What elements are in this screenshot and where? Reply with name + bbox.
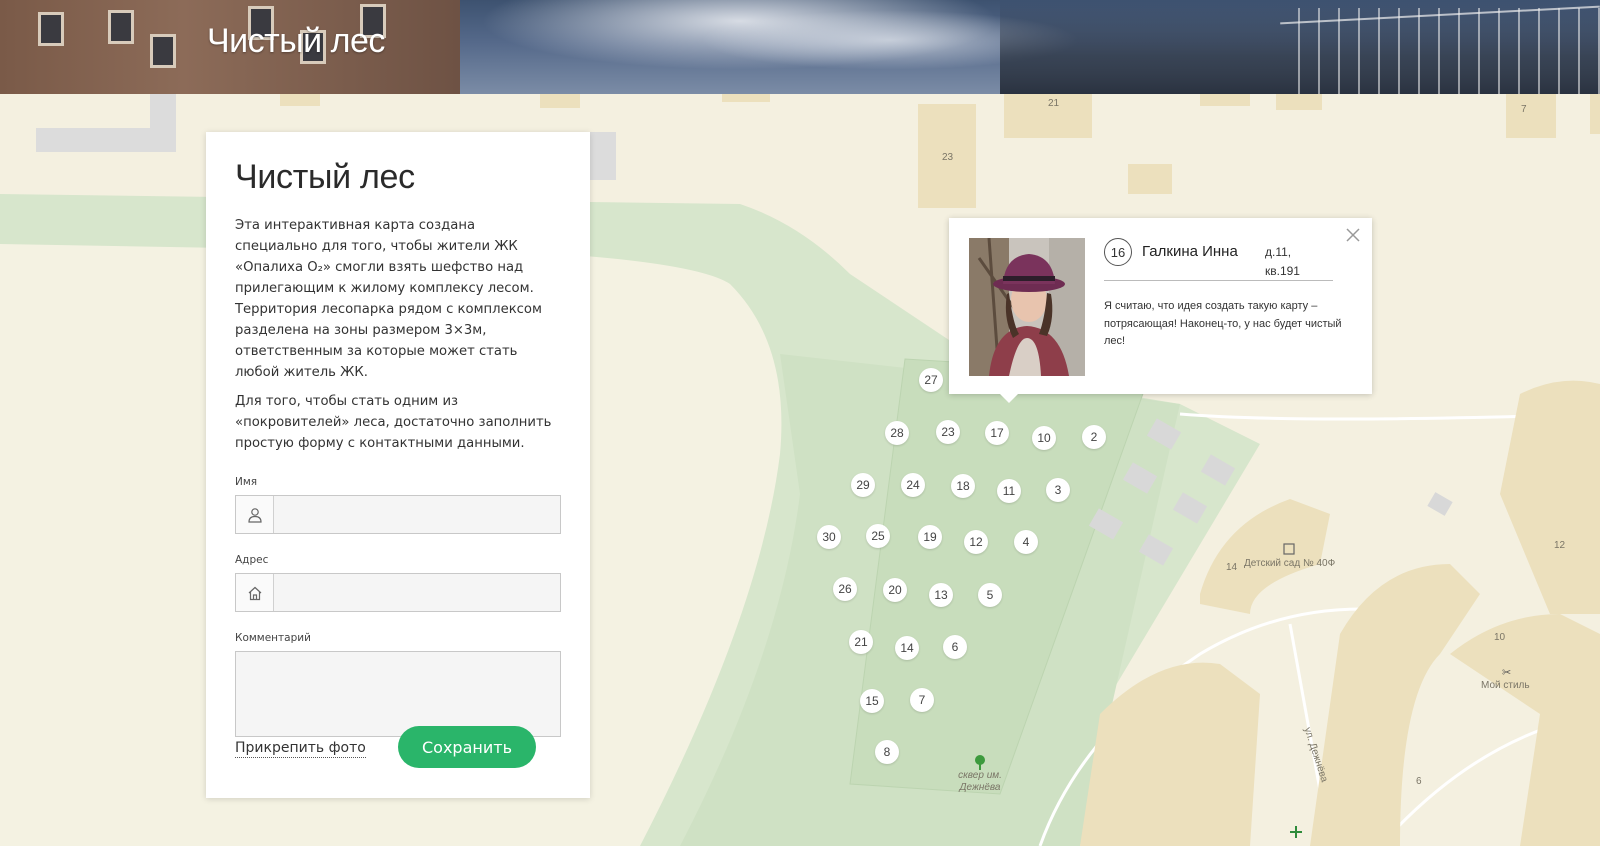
plot-marker[interactable]: 3 <box>1046 478 1070 502</box>
attach-photo-link[interactable]: Прикрепить фото <box>235 740 366 758</box>
map-label-building-12: 12 <box>1554 540 1566 551</box>
map-label-kindergarten: Детский сад № 40Ф <box>1244 558 1336 569</box>
comment-textarea[interactable] <box>235 651 561 737</box>
plot-marker[interactable]: 25 <box>866 524 890 548</box>
close-icon[interactable] <box>1344 226 1362 244</box>
address-input[interactable] <box>274 574 560 611</box>
resident-photo <box>969 238 1085 376</box>
plot-marker[interactable]: 2 <box>1082 425 1106 449</box>
home-icon <box>236 574 274 611</box>
plot-marker[interactable]: 12 <box>964 530 988 554</box>
intro-paragraph-1: Эта интерактивная карта создана специаль… <box>235 218 542 380</box>
plot-marker[interactable]: 7 <box>910 688 934 712</box>
plot-number-badge: 16 <box>1104 238 1132 266</box>
map-label-building-7: 7 <box>1521 104 1527 115</box>
plot-marker[interactable]: 18 <box>951 474 975 498</box>
signup-panel: Чистый лес Эта интерактивная карта созда… <box>206 132 590 798</box>
map-label-shop: Мой стиль <box>1481 680 1530 691</box>
plot-marker[interactable]: 21 <box>849 630 873 654</box>
name-field-wrap <box>235 495 561 534</box>
plot-marker[interactable]: 14 <box>895 636 919 660</box>
plot-marker[interactable]: 15 <box>860 689 884 713</box>
map-label-square: сквер им. Дежнёва <box>958 770 1002 793</box>
plot-marker[interactable]: 26 <box>833 577 857 601</box>
intro-paragraph-2: Для того, чтобы стать одним из «покровит… <box>235 394 552 451</box>
map-label-building-6: 6 <box>1416 776 1422 787</box>
plot-marker[interactable]: 13 <box>929 583 953 607</box>
plot-marker[interactable]: 29 <box>851 473 875 497</box>
plot-marker[interactable]: 10 <box>1032 426 1056 450</box>
plot-marker[interactable]: 5 <box>978 583 1002 607</box>
plot-marker[interactable]: 17 <box>985 421 1009 445</box>
plot-info-popup: 16 Галкина Инна д.11, кв.191 Я считаю, ч… <box>949 218 1372 403</box>
map-label-building-23: 23 <box>942 152 954 163</box>
resident-comment: Я считаю, что идея создать такую карту –… <box>1104 300 1342 347</box>
panel-title: Чистый лес <box>235 158 415 196</box>
map-label-building-14: 14 <box>1226 562 1238 573</box>
popup-divider <box>1104 280 1333 281</box>
plot-marker[interactable]: 30 <box>817 525 841 549</box>
header-banner: Чистый лес <box>0 0 1600 94</box>
plot-marker[interactable]: 11 <box>997 479 1021 503</box>
plot-marker[interactable]: 28 <box>885 421 909 445</box>
comment-label: Комментарий <box>235 632 311 644</box>
save-button[interactable]: Сохранить <box>398 726 536 768</box>
address-label: Адрес <box>235 554 269 566</box>
plot-marker[interactable]: 24 <box>901 473 925 497</box>
plot-marker[interactable]: 4 <box>1014 530 1038 554</box>
map-label-building-10: 10 <box>1494 632 1506 643</box>
svg-text:✂: ✂ <box>1502 667 1511 679</box>
site-title[interactable]: Чистый лес <box>207 22 385 61</box>
resident-name: Галкина Инна <box>1142 243 1238 260</box>
plot-marker[interactable]: 6 <box>943 635 967 659</box>
plot-marker[interactable]: 19 <box>918 525 942 549</box>
form-actions: Прикрепить фото Сохранить <box>235 726 565 770</box>
map-label-building-21: 21 <box>1048 98 1060 109</box>
address-field-wrap <box>235 573 561 612</box>
plot-marker[interactable]: 20 <box>883 578 907 602</box>
plot-marker[interactable]: 23 <box>936 420 960 444</box>
name-label: Имя <box>235 476 258 488</box>
plot-marker[interactable]: 8 <box>875 740 899 764</box>
resident-address: д.11, кв.191 <box>1265 245 1300 278</box>
plot-marker[interactable]: 27 <box>919 368 943 392</box>
name-input[interactable] <box>274 496 560 533</box>
user-icon <box>236 496 274 533</box>
